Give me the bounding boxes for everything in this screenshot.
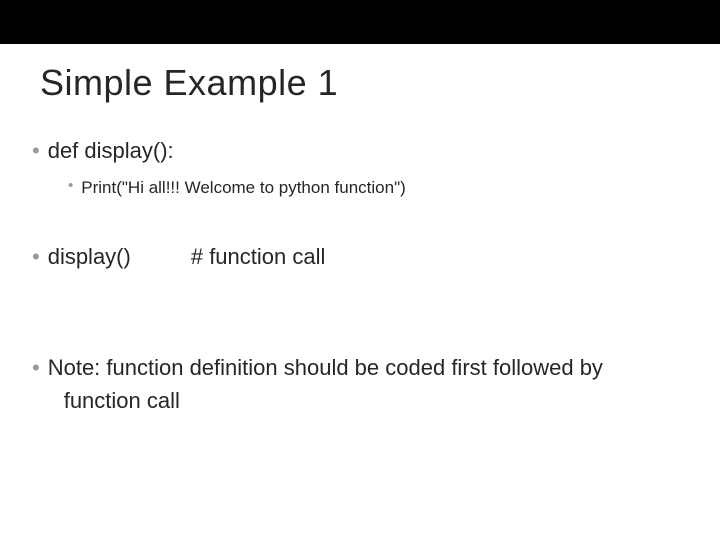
slide-content: Simple Example 1 • def display(): • Prin…: [0, 44, 720, 445]
note-line-2: function call: [64, 386, 603, 417]
def-text: def display():: [48, 136, 174, 167]
bullet-note: • Note: function definition should be co…: [40, 353, 680, 417]
call-comment: # function call: [191, 242, 326, 273]
bullet-icon: •: [32, 136, 40, 167]
slide-title: Simple Example 1: [40, 62, 680, 104]
sub-bullet-print: • Print("Hi all!!! Welcome to python fun…: [68, 175, 680, 201]
note-line-1: Note: function definition should be code…: [48, 353, 603, 384]
bullet-icon: •: [68, 175, 73, 198]
call-text: display(): [48, 242, 131, 273]
bullet-call: • display() # function call: [40, 242, 680, 273]
print-text: Print("Hi all!!! Welcome to python funct…: [81, 175, 406, 201]
bullet-def: • def display():: [40, 136, 680, 167]
bullet-icon: •: [32, 242, 40, 273]
top-bar: [0, 0, 720, 44]
bullet-icon: •: [32, 353, 40, 384]
